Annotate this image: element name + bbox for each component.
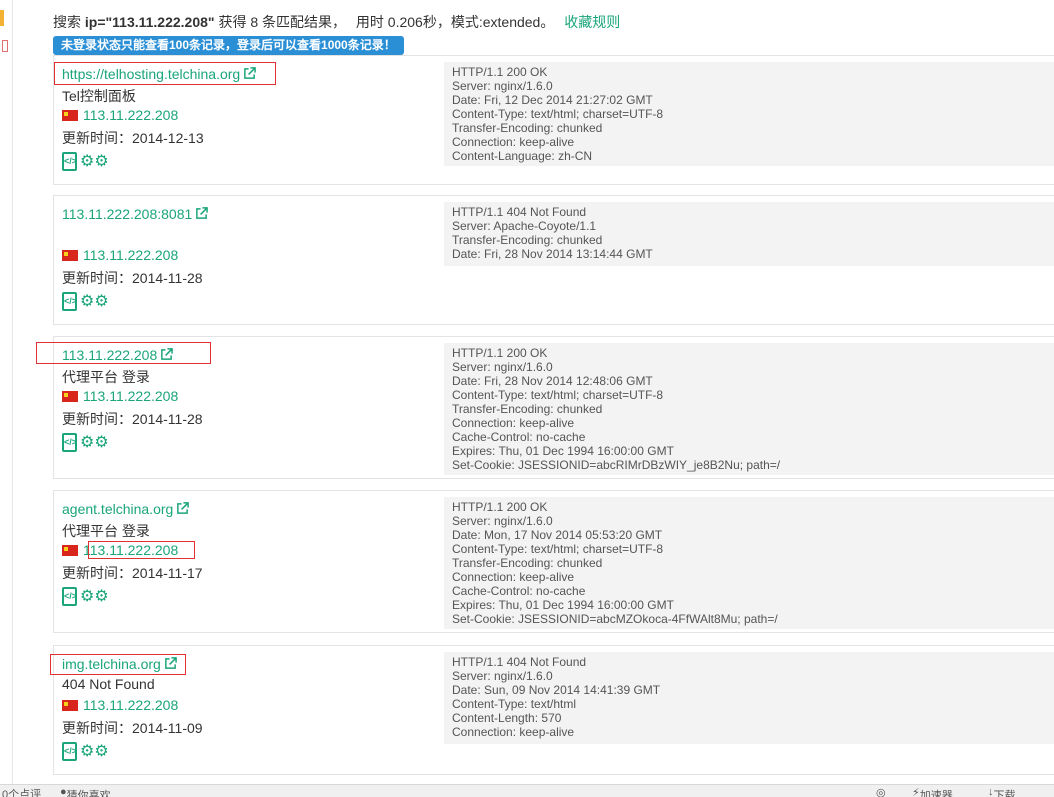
http-banner: HTTP/1.1 404 Not Found Server: Apache-Co… [444, 202, 1054, 266]
search-time: 用时 0.206秒，模式:extended。 [355, 14, 555, 30]
source-code-icon[interactable]: </> [62, 152, 77, 171]
search-mid: 获得 [218, 14, 247, 30]
result-updated: 更新时间：2014-11-28 [62, 270, 203, 286]
result-title: 404 Not Found [62, 676, 155, 692]
favorite-rule-link[interactable]: 收藏规则 [564, 14, 620, 30]
china-flag-icon [62, 545, 78, 556]
left-edge-strip [0, 0, 13, 796]
status-comments[interactable]: 0个点评 [2, 786, 41, 797]
result-updated: 更新时间：2014-11-17 [62, 565, 203, 581]
source-code-icon[interactable]: </> [62, 292, 77, 311]
external-link-icon [196, 207, 209, 219]
result-link[interactable]: 113.11.222.208:8081 [62, 206, 209, 222]
result-ip[interactable]: 113.11.222.208 [62, 107, 178, 123]
search-query: ip="113.11.222.208" [84, 14, 215, 30]
china-flag-icon [62, 110, 78, 121]
http-banner: HTTP/1.1 200 OK Server: nginx/1.6.0 Date… [444, 497, 1054, 629]
result-updated: 更新时间：2014-11-28 [62, 411, 203, 427]
login-notice-badge[interactable]: 未登录状态只能查看100条记录，登录后可以查看1000条记录！ [53, 36, 404, 55]
result-link[interactable]: agent.telchina.org [62, 501, 190, 517]
result-count: 8 [250, 14, 259, 30]
result-ip[interactable]: 113.11.222.208 [62, 247, 178, 263]
http-banner: HTTP/1.1 200 OK Server: nginx/1.6.0 Date… [444, 343, 1054, 475]
download-item[interactable]: ↓ 下载 [988, 786, 1016, 797]
china-flag-icon [62, 700, 78, 711]
china-flag-icon [62, 391, 78, 402]
gears-icon[interactable]: ⚙⚙ [80, 587, 109, 606]
result-title: 代理平台 登录 [62, 369, 150, 385]
accelerator-item[interactable]: ⚡ 加速器 [912, 786, 953, 797]
result-title: 代理平台 登录 [62, 523, 150, 539]
source-code-icon[interactable]: </> [62, 587, 77, 606]
result-updated: 更新时间：2014-11-09 [62, 720, 203, 736]
result-card: agent.telchina.org 代理平台 登录 113.11.222.20… [53, 490, 1054, 633]
result-title: Tel控制面板 [62, 88, 136, 104]
source-code-icon[interactable]: </> [62, 742, 77, 761]
http-banner: HTTP/1.1 200 OK Server: nginx/1.6.0 Date… [444, 62, 1054, 166]
highlight-box [54, 62, 276, 85]
highlight-box [50, 654, 186, 675]
status-guess[interactable]: ● 猜你喜欢 [60, 786, 111, 797]
result-card: 113.11.222.208:8081 113.11.222.208 更新时间：… [53, 195, 1054, 325]
gears-icon[interactable]: ⚙⚙ [80, 152, 109, 171]
search-prefix: 搜索 [53, 14, 81, 30]
external-link-icon [177, 502, 190, 514]
result-updated: 更新时间：2014-12-13 [62, 130, 204, 146]
gears-icon[interactable]: ⚙⚙ [80, 742, 109, 761]
china-flag-icon [62, 250, 78, 261]
result-ip[interactable]: 113.11.222.208 [62, 388, 178, 404]
result-ip[interactable]: 113.11.222.208 [62, 697, 178, 713]
result-card: img.telchina.org 404 Not Found 113.11.22… [53, 645, 1054, 775]
search-summary: 搜索 ip="113.11.222.208" 获得 8 条匹配结果， 用时 0.… [53, 12, 620, 32]
accelerator-icon[interactable]: ◎ [876, 786, 886, 797]
source-code-icon[interactable]: </> [62, 433, 77, 452]
gears-icon[interactable]: ⚙⚙ [80, 292, 109, 311]
gears-icon[interactable]: ⚙⚙ [80, 433, 109, 452]
highlight-box [88, 541, 195, 559]
http-banner: HTTP/1.1 404 Not Found Server: nginx/1.6… [444, 652, 1054, 744]
browser-status-bar: 0个点评 ● 猜你喜欢 ◎ ⚡ 加速器 ↓ 下载 [0, 784, 1054, 797]
search-suffix: 条匹配结果， [262, 14, 347, 30]
highlight-box [36, 342, 211, 364]
